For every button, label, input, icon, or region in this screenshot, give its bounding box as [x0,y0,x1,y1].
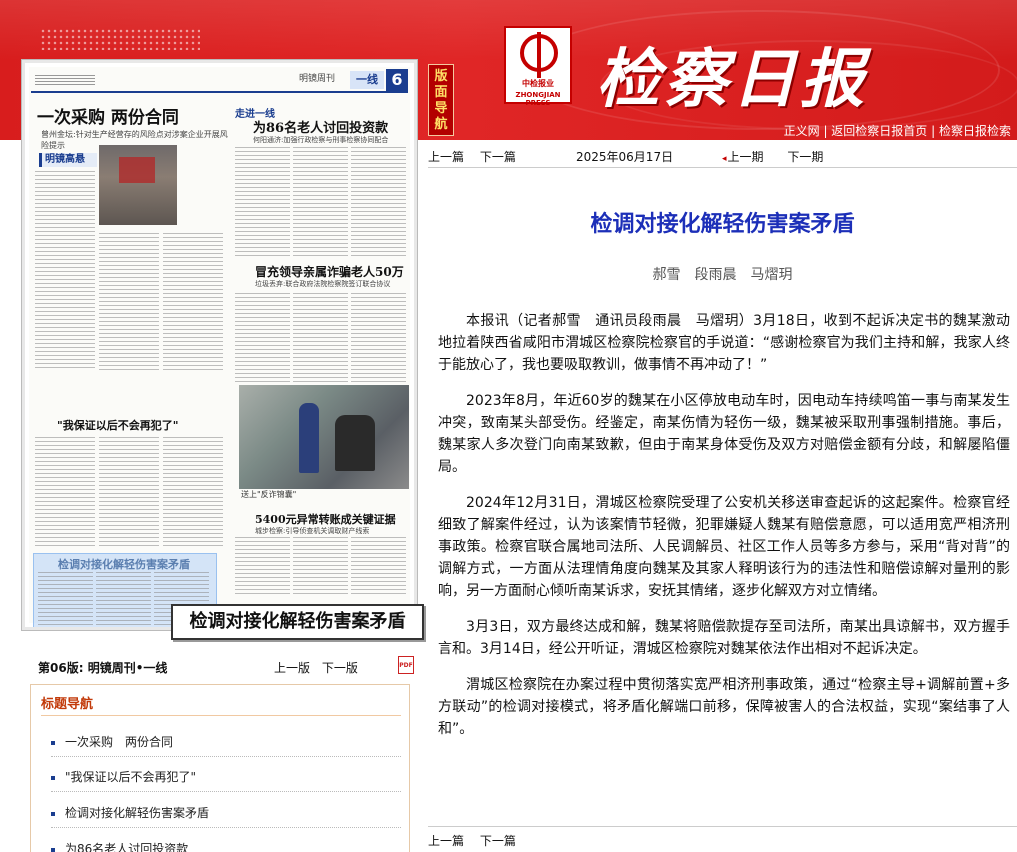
bullet-icon [51,775,55,780]
thumb-headline-4[interactable]: "我保证以后不会再犯了" [57,417,178,433]
toc-item[interactable]: 检调对接化解轻伤害案矛盾 [51,804,401,828]
prev-issue-link[interactable]: ◂上一期 [722,150,774,164]
text-column [38,572,93,627]
text-column [351,293,406,383]
page-number-label: 第06版: [38,661,84,675]
bullet-icon [51,740,55,745]
article-authors: 郝雪 段雨晨 马熠玥 [652,267,793,283]
divider [428,167,1017,168]
newspaper-page: 明镜周刊 一线 6 一次采购 两份合同 曾州金坛:针对生产经营存的风险点对涉案企… [29,67,410,627]
toc-item[interactable]: 为86名老人讨回投资款 [51,840,401,852]
issue-date: 2025年06月17日 [576,150,674,164]
toc-item[interactable]: 一次采购 两份合同 [51,733,401,757]
text-column [163,233,223,373]
text-column [351,537,406,597]
thumb-photo-caption: 送上"反诈锦囊" [241,490,297,499]
page-header-strip: 明镜周刊 一线 6 [31,69,408,93]
next-article-link[interactable]: 下一篇 [480,834,516,848]
prev-page-link[interactable]: 上一版 [274,661,310,675]
toc-item[interactable]: "我保证以后不会再犯了" [51,768,401,792]
text-column [235,293,290,383]
article-paragraph: 2024年12月31日，渭城区检察院受理了公安机关移送审查起诉的这起案件。检察官… [438,495,1010,599]
article-body: 本报讯（记者郝雪 通讯员段雨晨 马熠玥）3月18日，收到不起诉决定书的魏某激动地… [438,310,1010,754]
page-weekly-label: 明镜周刊 [299,74,336,84]
text-column [35,171,95,371]
toc-item-label: 为86名老人讨回投资款 [65,842,189,852]
issue-navigation: ◂上一期 下一期 [722,148,833,165]
text-column [351,147,406,257]
article-navigation-top: 上一篇 下一篇 [428,148,528,165]
divider [428,826,1017,827]
article-paragraph: 本报讯（记者郝雪 通讯员段雨晨 马熠玥）3月18日，收到不起诉决定书的魏某激动地… [438,313,1010,373]
prev-issue-label: 上一期 [727,150,764,164]
text-column [235,147,290,257]
thumb-subhead-5: 城步检察:引导侦查机关调取财产线索 [255,527,370,535]
top-navigation: 正义网 | 返回检察日报首页 | 检察日报检索 [783,124,1011,138]
article-title: 检调对接化解轻伤害案矛盾 [590,212,855,237]
next-issue-link[interactable]: 下一期 [787,150,823,164]
bullet-icon [51,811,55,816]
article-paragraph: 2023年8月，年近60岁的魏某在小区停放电动车时，因电动车持续鸣笛一事与南某发… [438,393,1010,475]
toc-title: 标题导航 [41,697,94,712]
text-column [293,537,348,597]
text-column [163,437,223,547]
pdf-icon[interactable] [398,656,414,674]
text-column [99,437,159,547]
layout-nav-tab[interactable]: 版面导航 [428,64,454,136]
toc-item-label: 检调对接化解轻伤害案矛盾 [65,806,210,820]
header-dot-pattern [40,28,200,50]
article-navigation-bottom: 上一篇 下一篇 [428,832,528,849]
text-column [235,537,290,597]
prev-article-link[interactable]: 上一篇 [428,834,464,848]
next-article-link[interactable]: 下一篇 [480,150,516,164]
logo-text-zh: 中检报业 [522,79,554,88]
title-navigation: 标题导航 一次采购 两份合同 "我保证以后不会再犯了" 检调对接化解轻伤害案矛盾… [30,684,410,852]
page-number: 6 [386,69,408,91]
hover-article-label[interactable]: 检调对接化解轻伤害案矛盾 [171,604,424,640]
press-logo[interactable]: 中检报业 ZHONGJIAN PRESS [504,26,572,107]
article-paragraph: 3月3日，双方最终达成和解，魏某将赔偿款提存至司法所，南某出具谅解书，双方握手言… [438,619,1010,657]
text-column [96,572,151,627]
page-section-tag: 一线 [350,71,384,89]
thumb-photo-courtroom [99,145,177,225]
page-info: 第06版: 明镜周刊•一线 [38,659,167,676]
bullet-icon [51,847,55,852]
page-navigation: 上一版 下一版 [274,659,366,676]
text-column [293,293,348,383]
text-column [293,147,348,257]
toc-item-label: "我保证以后不会再犯了" [65,770,197,784]
article-paragraph: 渭城区检察院在办案过程中贯彻落实宽严相济刑事政策，通过“检察主导+调解前置+多方… [438,677,1010,737]
next-page-link[interactable]: 下一版 [322,661,358,675]
prev-article-link[interactable]: 上一篇 [428,150,464,164]
thumb-headline-1[interactable]: 一次采购 两份合同 [37,103,237,128]
thumb-photo-anti-fraud [239,385,409,489]
link-search[interactable]: 检察日报检索 [939,124,1011,138]
thumb-tag-mingjing: 明镜高悬 [39,153,97,167]
thumb-headline-2[interactable]: 为86名老人讨回投资款 [253,117,388,136]
link-home[interactable]: 返回检察日报首页 [831,124,927,138]
toc-item-label: 一次采购 两份合同 [65,735,174,749]
text-column [35,437,95,547]
thumb-headline-5[interactable]: 5400元异常转账成关键证据 [255,511,396,527]
logo-text-en: ZHONGJIAN PRESS [515,91,561,107]
toc-divider [41,715,401,716]
thumb-subhead-3: 垃圾丢弃:联合政府法院检察院签订联合协议 [255,280,391,288]
page-name-label: 明镜周刊•一线 [87,661,168,675]
header-fine-print [35,75,95,85]
thumb-highlight-title: 检调对接化解轻伤害案矛盾 [58,558,190,571]
thumb-headline-3[interactable]: 冒充领导亲属诈骗老人50万 [255,263,404,280]
masthead[interactable]: 检察日报 [596,28,868,120]
newspaper-page-image[interactable]: 明镜周刊 一线 6 一次采购 两份合同 曾州金坛:针对生产经营存的风险点对涉案企… [22,60,417,630]
text-column [99,233,159,373]
triangle-left-icon: ◂ [722,154,727,164]
emblem-icon [520,32,558,78]
link-zhengyiwang[interactable]: 正义网 [784,124,820,138]
thumb-subhead-2: 何阳通济:加强行政检察与刑事检察协同配合 [253,136,389,144]
